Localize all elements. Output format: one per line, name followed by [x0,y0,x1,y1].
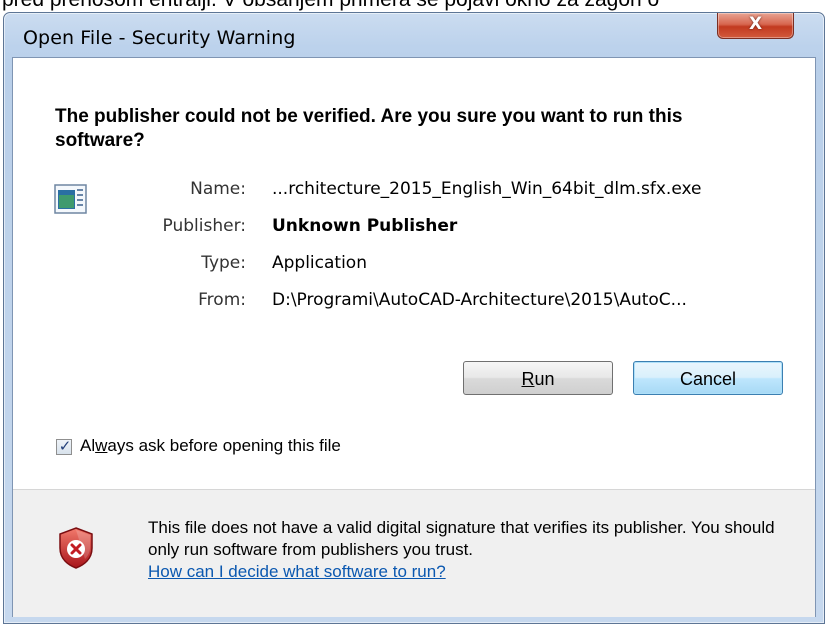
close-icon: X [748,14,763,34]
cancel-button[interactable]: Cancel [633,361,783,395]
type-value: Application [272,253,367,273]
warning-heading: The publisher could not be verified. Are… [55,106,683,151]
from-value: D:\Programi\AutoCAD-Architecture\2015\Au… [272,290,687,310]
title-bar[interactable]: Open File - Security Warning X [4,13,824,57]
publisher-label: Publisher: [162,216,246,236]
name-value: ...rchitecture_2015_English_Win_64bit_dl… [272,179,702,199]
run-button-label: un [534,369,555,389]
cancel-button-label: Cancel [679,369,737,389]
checkmark-icon: ✓ [58,437,72,455]
close-button[interactable]: X [717,13,794,39]
security-warning-dialog: Open File - Security Warning X The publi… [3,12,825,624]
application-icon [54,184,87,214]
name-label: Name: [190,179,246,199]
dialog-content: The publisher could not be verified. Are… [12,57,816,617]
security-shield-error-icon [59,527,93,569]
type-label: Type: [201,253,246,273]
warning-message: This file does not have a valid digital … [148,517,788,583]
help-link[interactable]: How can I decide what software to run? [148,561,446,583]
run-button-accelerator: R [521,369,535,389]
warning-text: This file does not have a valid digital … [148,518,775,559]
publisher-value: Unknown Publisher [272,216,458,236]
window-title: Open File - Security Warning [23,27,296,49]
run-button[interactable]: Run [463,361,613,395]
always-ask-checkbox[interactable]: ✓ [56,437,72,455]
from-label: From: [198,290,246,310]
always-ask-label[interactable]: Always ask before opening this file [80,436,341,456]
